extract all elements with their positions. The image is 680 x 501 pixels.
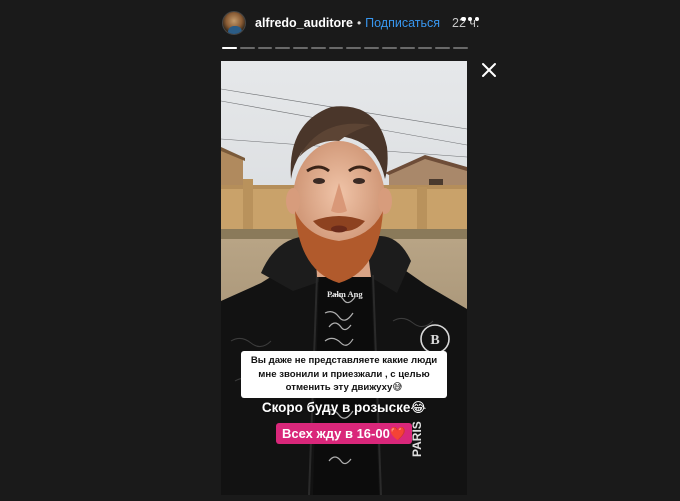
progress-segment	[310, 47, 326, 49]
progress-segment	[435, 47, 451, 49]
separator-dot: •	[356, 16, 362, 30]
jacket-badge: B	[430, 333, 439, 348]
follow-button[interactable]: Подписаться	[365, 16, 440, 30]
progress-segment	[222, 47, 237, 49]
story-progress-bar	[222, 47, 468, 49]
story-caption-1: Вы даже не представляете какие люди мне …	[221, 351, 467, 398]
progress-segment	[257, 47, 273, 49]
username[interactable]: alfredo_auditore	[255, 16, 353, 30]
progress-segment	[239, 47, 255, 49]
progress-segment	[346, 47, 362, 49]
progress-segment	[328, 47, 344, 49]
close-icon[interactable]	[481, 62, 497, 78]
progress-segment	[453, 47, 468, 49]
progress-segment	[382, 47, 397, 49]
progress-segment	[275, 47, 291, 49]
more-dot	[467, 16, 473, 22]
caption-text-3: Всех жду в 16-00❤️	[275, 423, 413, 444]
progress-segment-fill	[222, 47, 237, 49]
story-viewer: alfredo_auditore • Подписаться 22 ч. Pal…	[0, 0, 680, 501]
more-dot	[474, 16, 479, 22]
shirt-print-text: Palm Ang	[327, 289, 363, 299]
story-caption-3: Всех жду в 16-00❤️	[221, 423, 467, 444]
progress-segment	[364, 47, 380, 49]
story-header: alfredo_auditore • Подписаться 22 ч.	[222, 10, 484, 36]
more-dot	[461, 16, 466, 22]
progress-segment	[417, 47, 433, 49]
progress-segment	[399, 47, 415, 49]
story-caption-2: Скоро буду в розыске😂	[261, 400, 427, 415]
caption-text-1: Вы даже не представляете какие люди мне …	[241, 351, 447, 398]
more-horizontal-icon[interactable]	[461, 16, 479, 22]
progress-segment	[293, 47, 308, 49]
user-avatar[interactable]	[222, 11, 246, 35]
story-media[interactable]: Palm Ang B PARIS Вы даже не представляет…	[221, 61, 467, 495]
